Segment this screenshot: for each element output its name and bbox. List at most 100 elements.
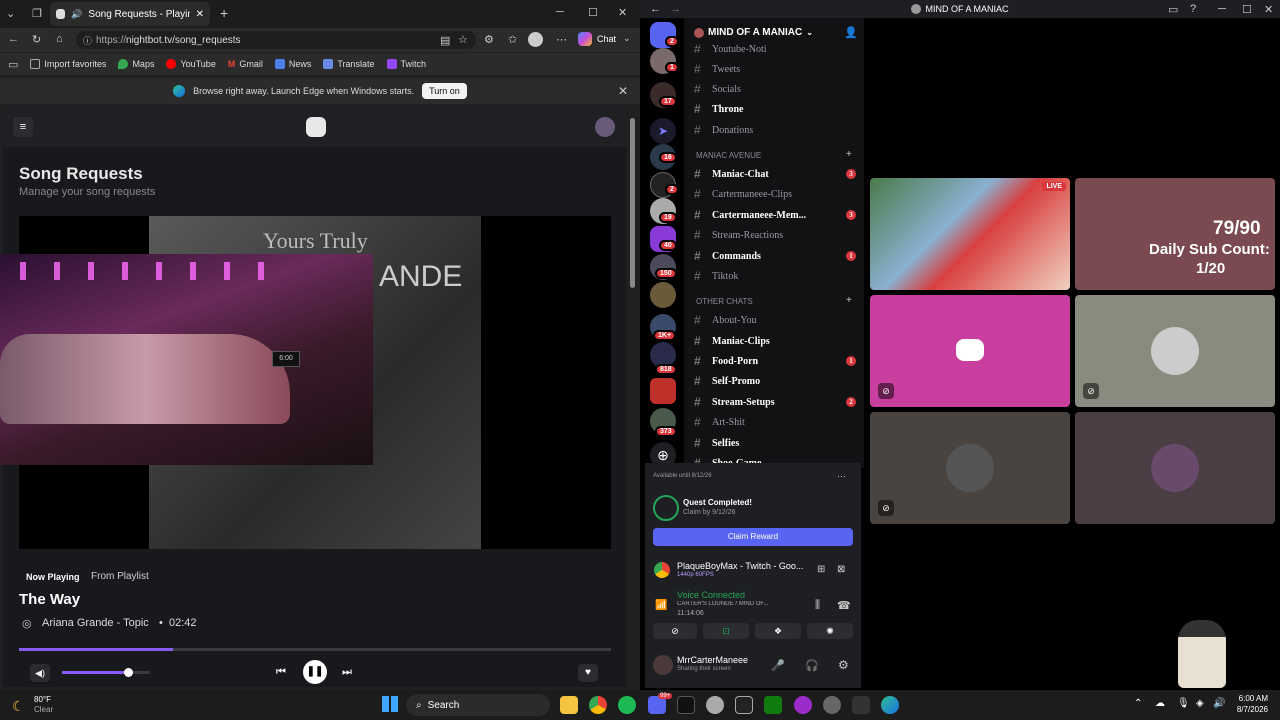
channel-item[interactable]: # Self-Promo	[694, 374, 864, 388]
channel-item[interactable]: # Commands 1	[694, 249, 864, 263]
channel-item[interactable]: # Tweets	[694, 62, 740, 76]
user-tile[interactable]: ⊘	[1075, 295, 1275, 407]
voice-channel[interactable]: CARTER'S LOUNGE / MIND OF...	[677, 601, 809, 607]
screen-share-button[interactable]: ⊡	[703, 623, 749, 639]
close-window-icon[interactable]: ✕	[618, 6, 627, 19]
more-icon[interactable]: ⋯	[556, 33, 567, 46]
fav-translate[interactable]: Translate	[323, 59, 375, 69]
pause-button[interactable]: ❚❚	[303, 660, 327, 684]
channel-item[interactable]: # Stream-Reactions	[694, 228, 864, 242]
disconnect-icon[interactable]: ☎	[837, 599, 851, 612]
nightbot-logo[interactable]	[306, 117, 326, 137]
windows-start-icon[interactable]	[382, 696, 398, 712]
channel-item[interactable]: # About-You	[694, 313, 864, 327]
maximize-icon[interactable]: ☐	[588, 6, 598, 19]
cloud-icon[interactable]: ☁	[1155, 698, 1165, 709]
chat-button[interactable]: Chat	[597, 34, 616, 44]
channel-item[interactable]: # Stream-Setups 2	[694, 395, 864, 409]
channel-item[interactable]: # Maniac-Clips	[694, 334, 864, 348]
tab-list-icon[interactable]: ▭	[8, 58, 18, 71]
inbox-icon[interactable]: ▭	[1168, 3, 1178, 16]
volume-icon[interactable]: ◀)	[30, 664, 50, 682]
close-tab-icon[interactable]: ✕	[196, 9, 204, 20]
user-tile[interactable]	[1075, 412, 1275, 524]
spotify-icon[interactable]	[618, 696, 636, 714]
server-icon[interactable]: ➤	[650, 118, 676, 144]
fav-youtube[interactable]: YouTube	[166, 59, 216, 69]
discord-maximize-icon[interactable]: ☐	[1242, 3, 1252, 16]
network-icon[interactable]: ◈	[1196, 698, 1204, 709]
user-avatar[interactable]	[653, 655, 673, 675]
channel-item[interactable]: # Selfies	[694, 436, 864, 450]
c-app-icon[interactable]	[794, 696, 812, 714]
page-info-icon[interactable]: ⓘ	[83, 34, 92, 47]
scrollbar-thumb[interactable]	[630, 118, 635, 288]
reading-view-icon[interactable]: ▤	[440, 34, 450, 47]
minimize-icon[interactable]: ─	[556, 6, 564, 18]
stop-share-icon[interactable]: ⊠	[837, 564, 845, 575]
chat-chevron-icon[interactable]: ⌄	[623, 33, 631, 44]
help-icon[interactable]: ?	[1190, 3, 1196, 15]
discord-minimize-icon[interactable]: ─	[1218, 3, 1226, 15]
settings-gear-icon[interactable]: ⚙	[838, 658, 849, 672]
close-info-icon[interactable]: ✕	[618, 84, 628, 98]
app-icon[interactable]	[706, 696, 724, 714]
camera-button[interactable]: ⊘	[653, 623, 697, 639]
soundboard-button[interactable]: ✺	[807, 623, 853, 639]
home-icon[interactable]: ⌂	[56, 33, 63, 45]
chrome-taskbar-icon[interactable]	[589, 696, 607, 714]
discord-forward-icon[interactable]: →	[670, 3, 681, 15]
activities-button[interactable]: ❖	[755, 623, 801, 639]
refresh-icon[interactable]: ↻	[32, 33, 41, 46]
new-tab-icon[interactable]: +	[220, 5, 228, 21]
channel-item[interactable]: # Cartermaneee-Mem... 3	[694, 208, 864, 222]
profile-avatar[interactable]	[528, 32, 543, 47]
taskbar-search[interactable]: ⌕ Search	[406, 694, 550, 716]
url-input[interactable]: https://nightbot.tv/song_requests	[76, 31, 476, 49]
gift-icon[interactable]: ⊞	[817, 564, 825, 575]
channel-item[interactable]: # Youtube-Noti	[694, 42, 767, 56]
source-label[interactable]: From Playlist	[91, 571, 149, 582]
workspaces-icon[interactable]: ❐	[32, 7, 42, 20]
username[interactable]: MrrCarterManeee	[677, 655, 748, 665]
discord-back-icon[interactable]: ←	[650, 3, 661, 15]
server-icon[interactable]	[650, 378, 676, 404]
category-maniac-avenue[interactable]: MANIAC AVENUE	[696, 151, 761, 160]
file-explorer-icon[interactable]	[560, 696, 578, 714]
noise-suppression-icon[interactable]: ⫼	[815, 599, 820, 612]
clock-time[interactable]: 6:00 AM	[1236, 694, 1268, 703]
favorites-icon[interactable]: ✩	[508, 33, 517, 46]
server-icon[interactable]	[650, 282, 676, 308]
discord-close-icon[interactable]: ✕	[1264, 3, 1273, 16]
channel-item[interactable]: # Food-Porn 1	[694, 354, 864, 368]
claim-reward-button[interactable]: Claim Reward	[653, 528, 853, 546]
fav-gmail[interactable]: M Gmail	[228, 59, 263, 69]
tiktok-icon[interactable]	[677, 696, 695, 714]
headphones-icon[interactable]: 🎧	[805, 659, 819, 672]
channel-item[interactable]: # Tiktok	[694, 269, 864, 283]
turn-on-button[interactable]: Turn on	[422, 83, 467, 99]
channel-item[interactable]: # Throne	[694, 102, 744, 116]
fav-maps[interactable]: Maps	[118, 59, 154, 69]
weather-temp[interactable]: 80°F	[34, 695, 51, 704]
channel-item[interactable]: # Art-Shit	[694, 415, 864, 429]
channel-item[interactable]: # Socials	[694, 82, 741, 96]
stream-tile-subcount[interactable]: 79/90 Daily Sub Count: 1/20	[1075, 178, 1275, 290]
category-other-chats[interactable]: OTHER CHATS	[696, 297, 753, 306]
channel-item[interactable]: # Maniac-Chat 3	[694, 167, 864, 181]
user-tile[interactable]: ⊘	[870, 412, 1070, 524]
xbox-icon[interactable]	[764, 696, 782, 714]
volume-tray-icon[interactable]: 🔊	[1213, 698, 1225, 709]
copilot-icon[interactable]	[578, 32, 592, 46]
add-channel-icon[interactable]: +	[846, 149, 852, 160]
g-app-icon[interactable]	[735, 696, 753, 714]
channel-item[interactable]: # Donations	[694, 123, 753, 137]
extensions-icon[interactable]: ⚙	[484, 33, 494, 46]
app-icon[interactable]	[823, 696, 841, 714]
tab-song-requests[interactable]: 🔊 Song Requests - Playing The Way ✕	[50, 2, 210, 26]
user-avatar[interactable]	[595, 117, 615, 137]
app-icon[interactable]	[852, 696, 870, 714]
next-icon[interactable]: ⏭	[342, 666, 352, 679]
favorite-star-icon[interactable]: ☆	[458, 33, 468, 46]
quest-more-icon[interactable]: ⋯	[837, 471, 846, 482]
